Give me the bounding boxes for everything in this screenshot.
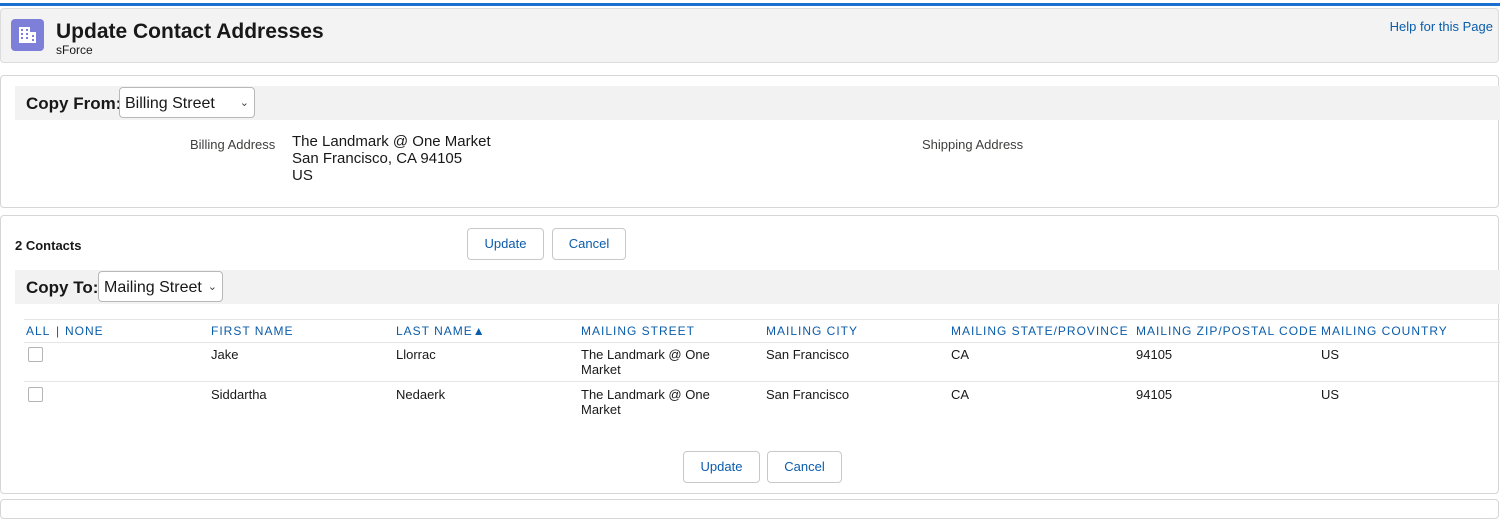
page-subtitle: sForce (56, 43, 93, 57)
column-mailing-street[interactable]: MAILING STREET (581, 324, 695, 338)
cell-first-name: Jake (211, 347, 239, 362)
copy-from-selected: Billing Street (125, 95, 215, 112)
row-checkbox[interactable] (28, 387, 43, 402)
select-all-link[interactable]: ALL (26, 324, 50, 338)
cancel-button-bottom[interactable]: Cancel (767, 451, 842, 483)
cell-mailing-zip: 94105 (1136, 387, 1173, 402)
cell-mailing-zip: 94105 (1136, 347, 1173, 362)
column-first-name[interactable]: FIRST NAME (211, 324, 293, 338)
update-button-top[interactable]: Update (467, 228, 544, 260)
billing-line-1: The Landmark @ One Market (292, 133, 491, 150)
cell-mailing-city: San Francisco (766, 387, 850, 402)
column-mailing-state[interactable]: MAILING STATE/PROVINCE (951, 324, 1129, 338)
copy-to-select[interactable]: Mailing Street ⌄ (98, 271, 223, 302)
column-mailing-country[interactable]: MAILING COUNTRY (1321, 324, 1448, 338)
table-row: Siddartha Nedaerk The Landmark @ One Mar… (24, 382, 1500, 421)
cell-mailing-city: San Francisco (766, 347, 850, 362)
column-last-name[interactable]: LAST NAME▲ (396, 324, 486, 338)
copy-from-label: Copy From: (26, 94, 122, 113)
select-separator: | (56, 324, 61, 338)
top-accent-line (0, 3, 1500, 6)
table-row: Jake Llorrac The Landmark @ One Market S… (24, 342, 1500, 382)
shipping-address-label: Shipping Address (922, 137, 1024, 152)
chevron-down-icon: ⌄ (239, 97, 249, 109)
page-header: Update Contact Addresses sForce Help for… (0, 8, 1499, 63)
update-button-bottom[interactable]: Update (683, 451, 760, 483)
contacts-panel: 2 Contacts Update Cancel Copy To: Mailin… (0, 215, 1500, 494)
cell-mailing-state: CA (951, 387, 970, 402)
copy-to-label: Copy To: (26, 278, 99, 297)
cell-mailing-country: US (1321, 347, 1340, 362)
billing-line-3: US (292, 167, 313, 184)
building-icon (11, 19, 44, 51)
billing-line-2: San Francisco, CA 94105 (292, 150, 463, 167)
cell-last-name: Llorrac (396, 347, 436, 362)
cell-mailing-state: CA (951, 347, 970, 362)
cell-first-name: Siddartha (211, 387, 267, 402)
contacts-table-header: ALL | NONE FIRST NAME LAST NAME▲ MAILING… (24, 319, 1500, 343)
copy-to-bar: Copy To: Mailing Street ⌄ (15, 270, 1500, 304)
help-link[interactable]: Help for this Page (1390, 19, 1493, 34)
column-mailing-zip[interactable]: MAILING ZIP/POSTAL CODE (1136, 324, 1319, 338)
cell-mailing-country: US (1321, 387, 1340, 402)
cell-mailing-street: The Landmark @ One Market (581, 347, 710, 377)
cancel-button-top[interactable]: Cancel (552, 228, 626, 260)
column-mailing-city[interactable]: MAILING CITY (766, 324, 858, 338)
copy-from-bar: Copy From: Billing Street ⌄ (15, 86, 1500, 120)
footer-panel (0, 499, 1499, 519)
cell-mailing-street: The Landmark @ One Market (581, 387, 710, 417)
copy-from-select[interactable]: Billing Street ⌄ (119, 87, 255, 118)
cell-last-name: Nedaerk (396, 387, 446, 402)
select-none-link[interactable]: NONE (65, 324, 104, 338)
page-title: Update Contact Addresses (56, 20, 324, 43)
copy-from-panel: Copy From: Billing Street ⌄ Billing Addr… (0, 75, 1500, 208)
chevron-down-icon: ⌄ (207, 281, 217, 293)
billing-address-label: Billing Address (190, 137, 276, 152)
copy-to-selected: Mailing Street (104, 279, 202, 296)
row-checkbox[interactable] (28, 347, 43, 362)
contact-count: 2 Contacts (15, 238, 82, 253)
